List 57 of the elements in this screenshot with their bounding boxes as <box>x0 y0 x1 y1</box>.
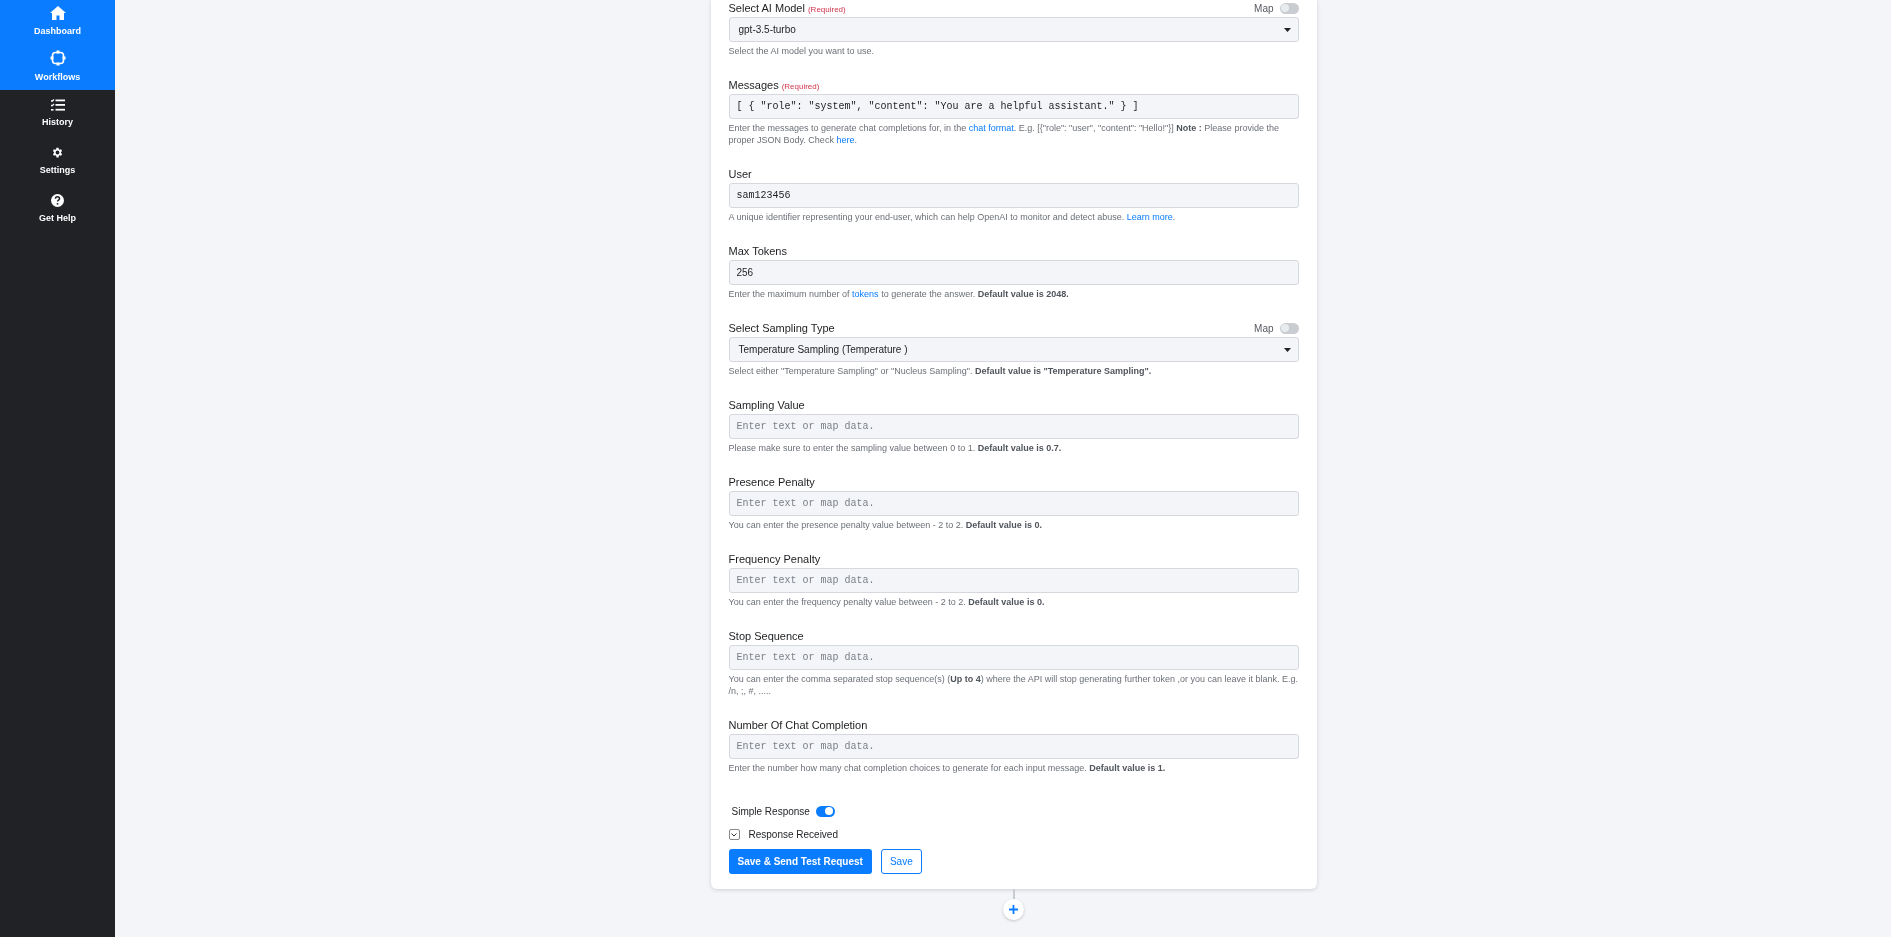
field-label: Messages <box>728 77 779 93</box>
field-label: Stop Sequence <box>728 628 804 644</box>
input-field[interactable]: Enter text or map data. <box>728 645 1299 670</box>
help-text: Select the AI model you want to use. <box>728 45 876 57</box>
input-field[interactable]: Enter text or map data. <box>728 568 1299 593</box>
select-dropdown[interactable]: gpt-3.5-turbo <box>728 17 1299 42</box>
input-field[interactable]: Enter text or map data. <box>728 414 1299 439</box>
help-text: Select either "Temperature Sampling" or "Nucleus Sampling". Default value is "Temperature Sampling". <box>728 365 1153 377</box>
help-text: Enter the maximum number of tokens to generate the answer. Default value is 2048. <box>728 288 1070 300</box>
map-label: Map <box>1254 1 1274 16</box>
help-link[interactable]: chat format <box>968 123 1014 133</box>
save-button[interactable]: Save <box>880 849 922 874</box>
simple-response-label: Simple Response <box>731 804 810 819</box>
field-label: Select AI Model <box>728 0 805 16</box>
required-tag: (Required) <box>781 80 820 93</box>
toggle-switch[interactable] <box>815 805 835 817</box>
settings-icon <box>51 146 64 160</box>
chevron-icon <box>731 832 737 837</box>
map-label: Map <box>1254 321 1274 336</box>
workflow-icon <box>49 50 66 67</box>
dropdown-caret-icon <box>1283 347 1291 352</box>
field-label: Presence Penalty <box>728 474 815 490</box>
dropdown-caret-icon <box>1283 27 1291 32</box>
help-text: You can enter the frequency penalty value between - 2 to 2. Default value is 0. <box>728 596 1046 608</box>
select-dropdown[interactable]: Temperature Sampling (Temperature ) <box>728 337 1299 362</box>
field-label: Max Tokens <box>728 243 787 259</box>
required-tag: (Required) <box>807 3 846 16</box>
help-link[interactable]: Learn more <box>1126 212 1173 222</box>
checklist-icon <box>50 98 65 111</box>
help-text: A unique identifier representing your end-user, which can help OpenAI to monitor and detect abuse. Learn more. <box>728 211 1177 223</box>
help-link[interactable]: tokens <box>852 289 879 299</box>
plus-icon <box>1008 904 1019 915</box>
toggle-switch[interactable] <box>1279 2 1299 14</box>
send-test-request-button[interactable]: Save & Send Test Request <box>728 849 872 874</box>
help-text: Please make sure to enter the sampling value between 0 to 1. Default value is 0.7. <box>728 442 1063 454</box>
add-step-button[interactable] <box>1003 899 1024 920</box>
input-field[interactable]: 256 <box>728 260 1299 285</box>
sidebar-item[interactable]: Dashboard <box>0 0 115 45</box>
input-field[interactable]: sam123456 <box>728 183 1299 208</box>
input-field[interactable]: Enter text or map data. <box>728 734 1299 759</box>
home-icon <box>49 6 66 21</box>
field-label: Select Sampling Type <box>728 320 835 336</box>
input-field[interactable]: Enter text or map data. <box>728 491 1299 516</box>
field-label: Sampling Value <box>728 397 805 413</box>
help-text: Enter the number how many chat completion choices to generate for each input message. Default value is 1. <box>728 762 1167 774</box>
expand-toggle[interactable] <box>728 829 740 840</box>
field-label: Frequency Penalty <box>728 551 821 567</box>
help-icon <box>51 194 64 208</box>
help-text: You can enter the presence penalty value between - 2 to 2. Default value is 0. <box>728 519 1043 531</box>
response-received-label: Response Received <box>748 828 838 842</box>
toggle-switch[interactable] <box>1279 322 1299 334</box>
input-field[interactable]: [ { "role": "system", "content": "You are a helpful assistant." } ] <box>728 94 1299 119</box>
field-label: User <box>728 166 752 182</box>
sidebar-item[interactable]: Workflows <box>0 45 115 90</box>
help-text: Enter the messages to generate chat completions for, in the chat format. E.g. [{"role": "user", "content": "Hello!"}] Note : Please provide the proper JSON Body. Check here. <box>728 122 1280 146</box>
field-label: Number Of Chat Completion <box>728 717 868 733</box>
help-text: You can enter the comma separated stop sequence(s) (Up to 4) where the API will stop generating further token ,or you can leave it blank. E.g. /n, ;, #, ..... <box>728 673 1299 697</box>
